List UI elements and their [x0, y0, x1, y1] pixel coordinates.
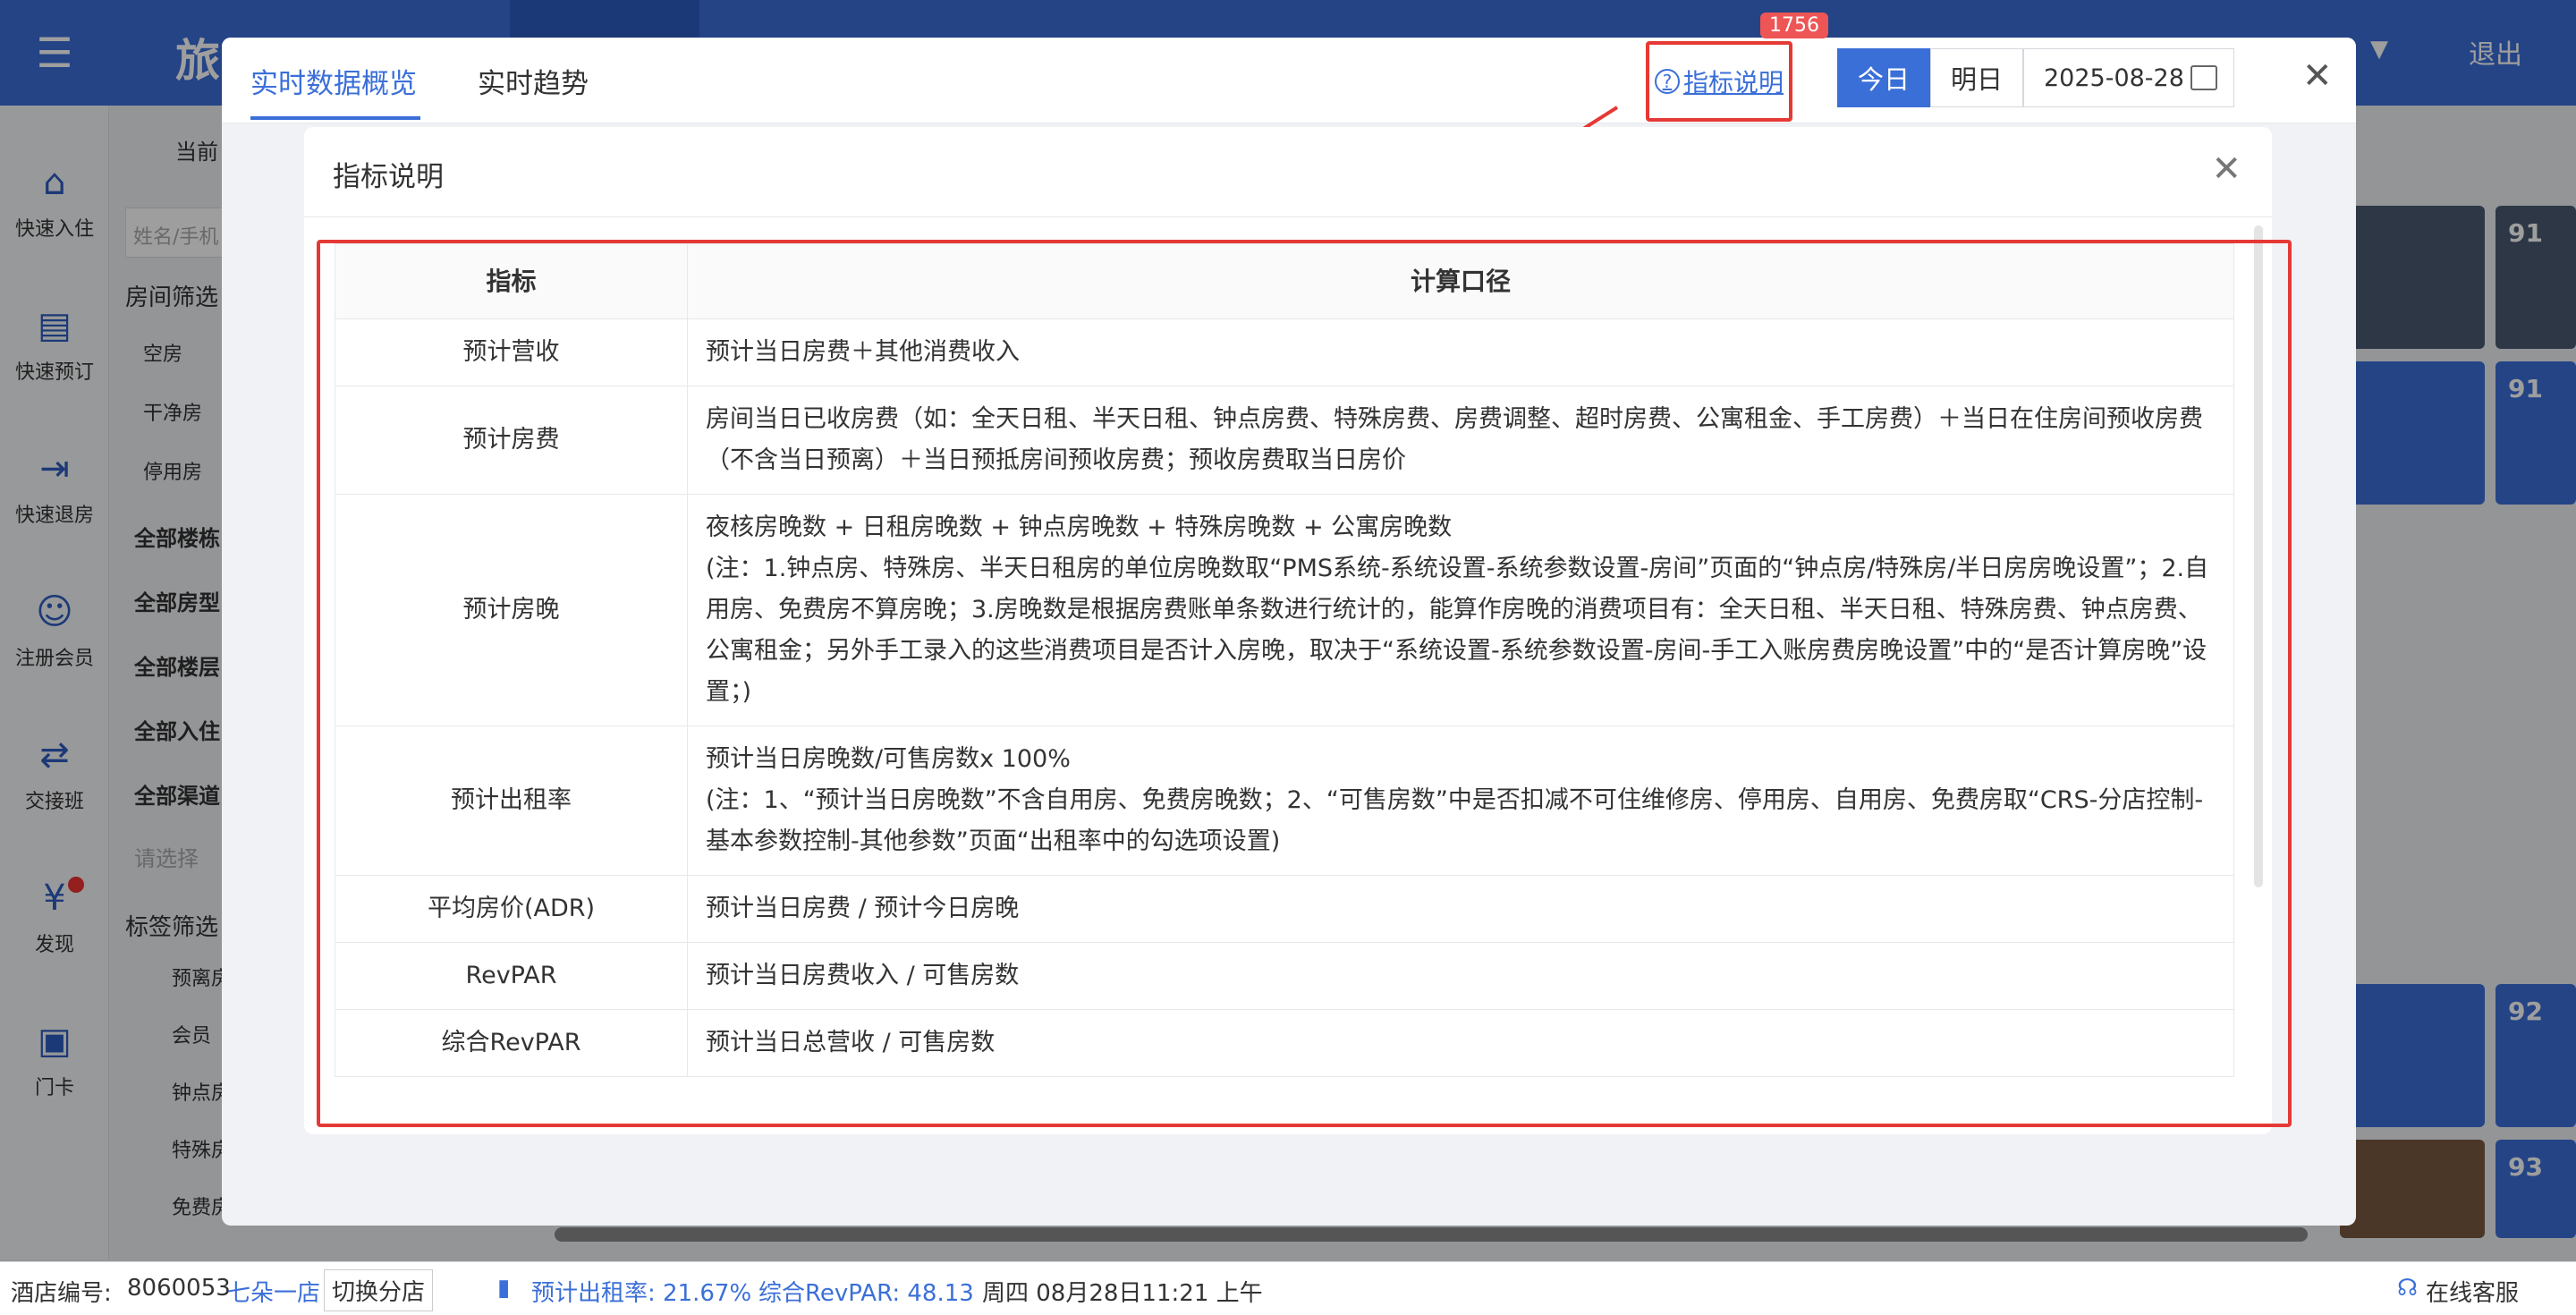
indicator-help-label: 指标说明 [1682, 68, 1784, 98]
chart-icon: ▮ [497, 1275, 511, 1302]
hotel-id-label: 酒店编号: [11, 1280, 112, 1307]
modal-header: 实时数据概览 实时趋势 1756 ? 指标说明 今日 明日 2025-08-28… [222, 13, 2356, 123]
desc-line: 夜核房晚数 + 日租房晚数 + 钟点房晚数 + 特殊房晚数 + 公寓房晚数 [706, 513, 1453, 541]
calendar-icon [2190, 65, 2217, 90]
indicator-desc: 预计当日房费收入 / 可售房数 [687, 942, 2234, 1010]
indicator-desc: 预计当日房晚数/可售房数x 100% (注：1、“预计当日房晚数”不含自用房、免… [687, 725, 2234, 876]
table-row: RevPAR 预计当日房费收入 / 可售房数 [335, 942, 2234, 1010]
dialog-divider [304, 216, 2272, 217]
status-bar: 酒店编号: 8060053 七朵一店 切换分店 ▮ 预计出租率: 21.67% … [0, 1261, 2576, 1315]
question-icon: ? [1654, 69, 1680, 94]
indicator-desc: 预计当日总营收 / 可售房数 [687, 1009, 2234, 1077]
table-row: 预计出租率 预计当日房晚数/可售房数x 100% (注：1、“预计当日房晚数”不… [335, 725, 2234, 876]
revpar-value: 综合RevPAR: 48.13 [758, 1280, 974, 1307]
tab-realtime-overview[interactable]: 实时数据概览 [250, 61, 417, 101]
indicator-name: 综合RevPAR [335, 1009, 688, 1077]
table-row: 预计营收 预计当日房费＋其他消费收入 [335, 318, 2234, 386]
indicator-desc: 夜核房晚数 + 日租房晚数 + 钟点房晚数 + 特殊房晚数 + 公寓房晚数 (注… [687, 494, 2234, 726]
dialog-title: 指标说明 [333, 161, 444, 193]
col-indicator: 指标 [335, 243, 688, 319]
indicator-name: 预计房晚 [335, 494, 688, 726]
indicator-dialog: 指标说明 ✕ 指标 计算口径 预计营收 预计当日房费＋其他消费收入 预计房费 房… [304, 127, 2272, 1134]
indicator-desc: 房间当日已收房费（如：全天日租、半天日租、钟点房费、特殊房费、房费调整、超时房费… [687, 386, 2234, 495]
indicator-help-link[interactable]: ? 指标说明 [1646, 41, 1792, 122]
hotel-name[interactable]: 七朵一店 [227, 1275, 320, 1308]
indicator-table: 指标 计算口径 预计营收 预计当日房费＋其他消费收入 预计房费 房间当日已收房费… [335, 243, 2234, 1077]
dialog-scrollbar[interactable] [2254, 225, 2263, 887]
tomorrow-button[interactable]: 明日 [1930, 48, 2023, 107]
table-row: 预计房费 房间当日已收房费（如：全天日租、半天日租、钟点房费、特殊房费、房费调整… [335, 386, 2234, 495]
online-service-link[interactable]: 在线客服 [2426, 1275, 2519, 1308]
desc-note: (注：1、“预计当日房晚数”不含自用房、免费房晚数；2、“可售房数”中是否扣减不… [706, 786, 2204, 855]
today-button[interactable]: 今日 [1837, 48, 1930, 107]
col-calculation: 计算口径 [687, 243, 2234, 319]
table-row: 平均房价(ADR) 预计当日房费 / 预计今日房晚 [335, 875, 2234, 943]
hotel-id: 8060053 [127, 1275, 231, 1302]
indicator-name: RevPAR [335, 942, 688, 1010]
indicator-name: 预计营收 [335, 318, 688, 386]
date-picker[interactable]: 2025-08-28 [2023, 48, 2234, 107]
indicator-name: 预计房费 [335, 386, 688, 495]
occupancy-rate: 预计出租率: 21.67% [531, 1280, 752, 1307]
tab-realtime-trend[interactable]: 实时趋势 [478, 61, 589, 101]
current-datetime: 周四 08月28日11:21 上午 [982, 1280, 1263, 1307]
date-value: 2025-08-28 [2044, 64, 2184, 92]
indicator-name: 平均房价(ADR) [335, 875, 688, 943]
headset-icon: ☊ [2397, 1275, 2419, 1302]
desc-line: 预计当日房晚数/可售房数x 100% [706, 745, 1071, 773]
table-header-row: 指标 计算口径 [335, 243, 2234, 319]
desc-note: (注：1.钟点房、特殊房、半天日租房的单位房晚数取“PMS系统-系统设置-系统参… [706, 555, 2209, 706]
indicator-table-container: 指标 计算口径 预计营收 预计当日房费＋其他消费收入 预计房费 房间当日已收房费… [335, 243, 2234, 1134]
indicator-name: 预计出租率 [335, 725, 688, 876]
switch-branch-button[interactable]: 切换分店 [324, 1269, 434, 1311]
table-row: 预计房晚 夜核房晚数 + 日租房晚数 + 钟点房晚数 + 特殊房晚数 + 公寓房… [335, 494, 2234, 726]
count-badge: 1756 [1760, 13, 1828, 38]
indicator-desc: 预计当日房费＋其他消费收入 [687, 318, 2234, 386]
active-tab-indicator [250, 116, 420, 120]
table-row: 综合RevPAR 预计当日总营收 / 可售房数 [335, 1009, 2234, 1077]
horizontal-scrollbar[interactable] [555, 1227, 2308, 1242]
close-icon[interactable]: ✕ [2302, 55, 2333, 97]
close-icon[interactable]: ✕ [2211, 148, 2241, 190]
indicator-desc: 预计当日房费 / 预计今日房晚 [687, 875, 2234, 943]
